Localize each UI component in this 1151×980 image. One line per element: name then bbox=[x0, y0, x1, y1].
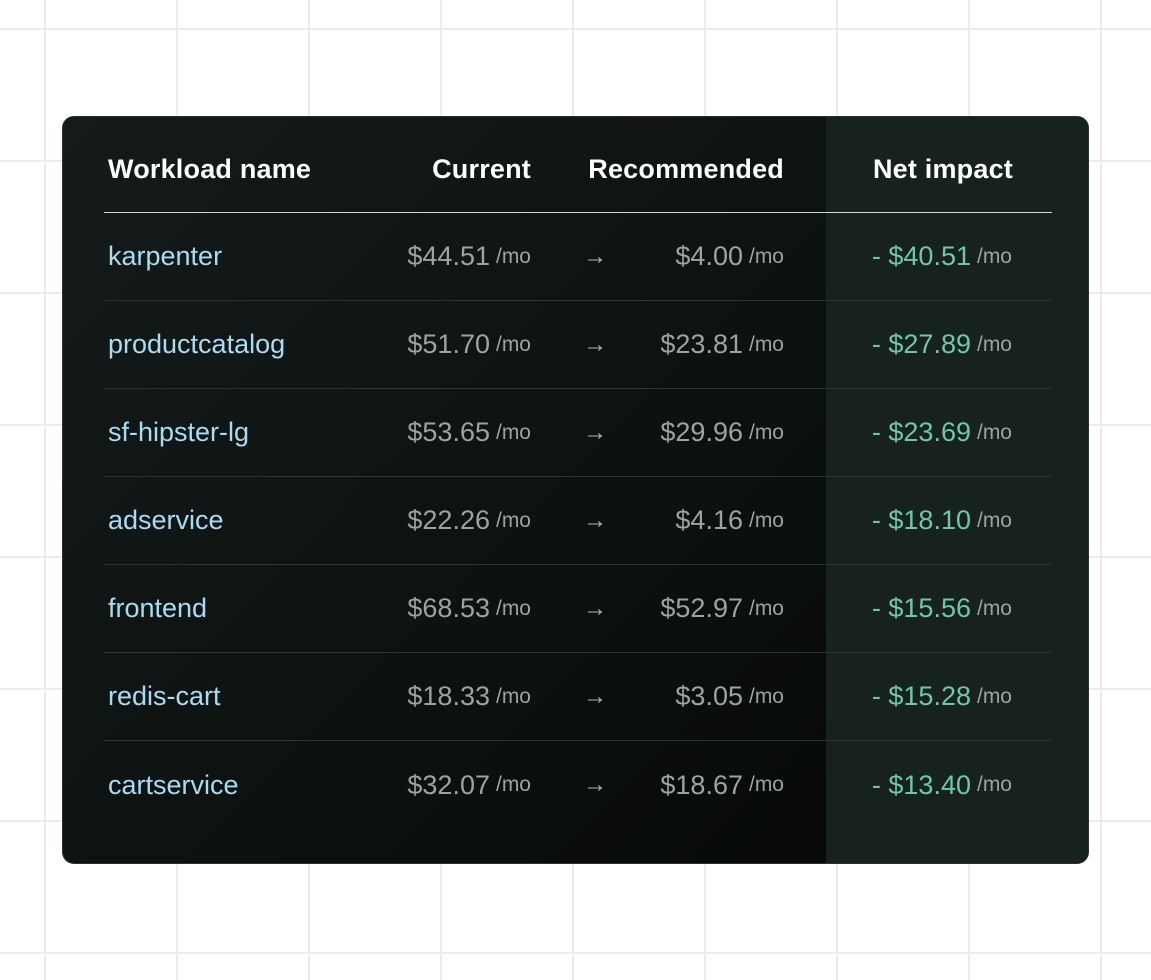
recommended-cost-value: $4.00 bbox=[675, 241, 743, 271]
workload-name-link[interactable]: sf-hipster-lg bbox=[108, 389, 249, 476]
recommended-cost-unit: /mo bbox=[748, 244, 784, 268]
recommended-cost-unit: /mo bbox=[748, 773, 784, 796]
current-cost: $68.53 /mo bbox=[407, 565, 531, 652]
recommended-cost-unit: /mo bbox=[748, 508, 784, 532]
cost-recommendations-card: Workload name Current Recommended Net im… bbox=[62, 116, 1089, 864]
workload-name-link[interactable]: cartservice bbox=[108, 741, 239, 829]
arrow-right-icon: → bbox=[583, 242, 607, 270]
arrow-right-icon: → bbox=[583, 330, 607, 358]
recommended-cost-unit: /mo bbox=[748, 596, 784, 620]
table-row: karpenter $44.51 /mo → $4.00 /mo - $40.5… bbox=[104, 213, 1052, 301]
recommended-cost-value: $29.96 bbox=[660, 417, 743, 447]
recommended-cost-value: $4.16 bbox=[675, 505, 743, 535]
net-impact: - $18.10 /mo bbox=[872, 477, 1012, 564]
current-cost-value: $68.53 bbox=[407, 593, 490, 623]
arrow-right-icon: → bbox=[583, 594, 607, 622]
header-current: Current bbox=[432, 154, 531, 184]
net-impact-value: - $27.89 bbox=[871, 329, 971, 359]
recommended-cost: $29.96 /mo bbox=[660, 389, 784, 476]
net-impact-unit: /mo bbox=[976, 244, 1012, 268]
current-cost: $53.65 /mo bbox=[407, 389, 531, 476]
table-row: productcatalog $51.70 /mo → $23.81 /mo -… bbox=[104, 301, 1052, 389]
net-impact: - $15.56 /mo bbox=[872, 565, 1012, 652]
current-cost: $18.33 /mo bbox=[407, 653, 531, 740]
header-recommended: Recommended bbox=[588, 154, 784, 184]
header-workload-name: Workload name bbox=[108, 154, 312, 184]
arrow-right-icon: → bbox=[583, 682, 607, 710]
net-impact-value: - $15.28 bbox=[871, 681, 971, 711]
table-row: redis-cart $18.33 /mo → $3.05 /mo - $15.… bbox=[104, 653, 1052, 741]
net-impact-value: - $13.40 bbox=[871, 769, 971, 800]
current-cost-unit: /mo bbox=[495, 596, 531, 620]
net-impact: - $23.69 /mo bbox=[872, 389, 1012, 476]
current-cost-unit: /mo bbox=[495, 508, 531, 532]
net-impact-value: - $40.51 bbox=[871, 241, 971, 271]
current-cost-unit: /mo bbox=[495, 332, 531, 356]
net-impact: - $15.28 /mo bbox=[872, 653, 1012, 740]
net-impact: - $40.51 /mo bbox=[872, 213, 1012, 300]
table-row: adservice $22.26 /mo → $4.16 /mo - $18.1… bbox=[104, 477, 1052, 565]
workload-name-link[interactable]: productcatalog bbox=[108, 301, 285, 388]
current-cost: $22.26 /mo bbox=[407, 477, 531, 564]
arrow-right-icon: → bbox=[583, 418, 607, 446]
recommended-cost-unit: /mo bbox=[748, 684, 784, 708]
net-impact: - $27.89 /mo bbox=[872, 301, 1012, 388]
recommended-cost-value: $23.81 bbox=[660, 329, 743, 359]
arrow-right-icon: → bbox=[583, 771, 607, 798]
current-cost-unit: /mo bbox=[495, 684, 531, 708]
net-impact-unit: /mo bbox=[976, 596, 1012, 620]
net-impact: - $13.40 /mo bbox=[872, 741, 1012, 829]
net-impact-unit: /mo bbox=[976, 773, 1012, 796]
net-impact-unit: /mo bbox=[976, 508, 1012, 532]
current-cost-unit: /mo bbox=[495, 244, 531, 268]
current-cost-value: $44.51 bbox=[407, 241, 490, 271]
recommended-cost: $23.81 /mo bbox=[660, 301, 784, 388]
net-impact-unit: /mo bbox=[976, 332, 1012, 356]
recommended-cost-value: $52.97 bbox=[660, 593, 743, 623]
workload-name-link[interactable]: adservice bbox=[108, 477, 224, 564]
header-net-impact: Net impact bbox=[872, 154, 1013, 184]
workload-name-link[interactable]: redis-cart bbox=[108, 653, 221, 740]
recommended-cost-value: $18.67 bbox=[660, 769, 743, 800]
net-impact-unit: /mo bbox=[976, 684, 1012, 708]
current-cost-value: $32.07 bbox=[407, 769, 490, 800]
workload-cost-table: Workload name Current Recommended Net im… bbox=[104, 117, 1052, 829]
table-row: frontend $68.53 /mo → $52.97 /mo - $15.5… bbox=[104, 565, 1052, 653]
current-cost-value: $22.26 bbox=[407, 505, 490, 535]
net-impact-value: - $23.69 bbox=[871, 417, 971, 447]
table-body: karpenter $44.51 /mo → $4.00 /mo - $40.5… bbox=[104, 213, 1052, 829]
recommended-cost: $4.16 /mo bbox=[675, 477, 784, 564]
recommended-cost: $3.05 /mo bbox=[675, 653, 784, 740]
table-row: cartservice $32.07 /mo → $18.67 /mo - $1… bbox=[104, 741, 1052, 829]
current-cost-value: $53.65 bbox=[407, 417, 490, 447]
net-impact-value: - $15.56 bbox=[871, 593, 971, 623]
workload-name-link[interactable]: frontend bbox=[108, 565, 207, 652]
recommended-cost: $18.67 /mo bbox=[660, 741, 784, 829]
table-row: sf-hipster-lg $53.65 /mo → $29.96 /mo - … bbox=[104, 389, 1052, 477]
current-cost-unit: /mo bbox=[495, 773, 531, 796]
net-impact-value: - $18.10 bbox=[871, 505, 971, 535]
recommended-cost: $52.97 /mo bbox=[660, 565, 784, 652]
recommended-cost-unit: /mo bbox=[748, 420, 784, 444]
net-impact-unit: /mo bbox=[976, 420, 1012, 444]
recommended-cost-unit: /mo bbox=[748, 332, 784, 356]
recommended-cost-value: $3.05 bbox=[675, 681, 743, 711]
current-cost-value: $18.33 bbox=[407, 681, 490, 711]
recommended-cost: $4.00 /mo bbox=[675, 213, 784, 300]
current-cost-unit: /mo bbox=[495, 420, 531, 444]
current-cost: $44.51 /mo bbox=[407, 213, 531, 300]
table-header-row: Workload name Current Recommended Net im… bbox=[104, 117, 1052, 213]
current-cost: $32.07 /mo bbox=[407, 741, 531, 829]
current-cost-value: $51.70 bbox=[407, 329, 490, 359]
arrow-right-icon: → bbox=[583, 506, 607, 534]
current-cost: $51.70 /mo bbox=[407, 301, 531, 388]
workload-name-link[interactable]: karpenter bbox=[108, 213, 222, 300]
